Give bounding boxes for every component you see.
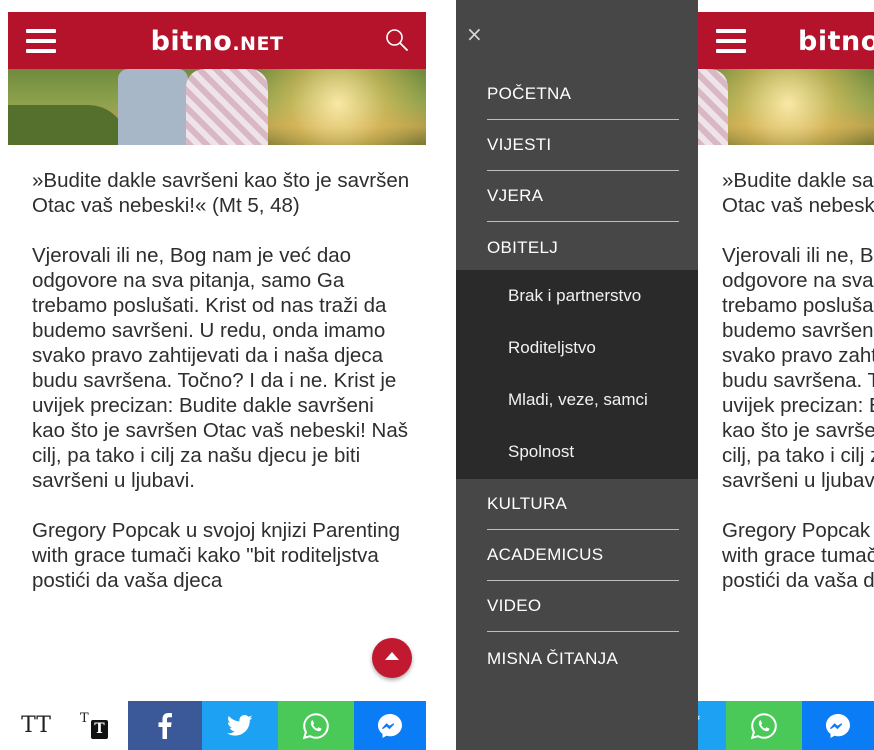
article-paragraph: Vjerovali ili ne, Bog nam je već dao odg… — [722, 244, 874, 492]
messenger-share-button[interactable] — [354, 701, 426, 750]
menu-item-obitelj[interactable]: OBITELJ — [487, 222, 679, 273]
screen-article: bitno.NET »Budite dakle savršeni kao što… — [8, 0, 426, 750]
submenu-item-spolnost[interactable]: Spolnost — [508, 426, 683, 478]
menu-item-vijesti[interactable]: VIJESTI — [487, 120, 679, 171]
close-icon[interactable]: × — [466, 24, 483, 44]
whatsapp-share-button[interactable] — [726, 701, 802, 750]
site-logo[interactable]: bitno.NET — [8, 26, 426, 57]
article-paragraph: Gregory Popcak u svojoj knjizi Parenting… — [32, 519, 401, 592]
app-header: bitno.NET — [8, 12, 426, 69]
facebook-share-button[interactable] — [128, 701, 202, 750]
logo-main: bitno — [798, 26, 874, 57]
messenger-icon — [826, 713, 850, 738]
menu-item-misna-citanja[interactable]: MISNA ČITANJA — [487, 633, 679, 684]
menu-item-vjera[interactable]: VJERA — [487, 171, 679, 222]
article-body: »Budite dakle savršeni kao što je savrše… — [32, 168, 412, 593]
hero-image — [698, 69, 874, 145]
navigation-drawer: × POČETNA VIJESTI VJERA OBITELJ Brak i p… — [456, 0, 698, 750]
whatsapp-icon — [302, 712, 329, 739]
submenu-obitelj: Brak i partnerstvo Roditeljstvo Mladi, v… — [456, 270, 698, 479]
messenger-share-button[interactable] — [802, 701, 874, 750]
menu-item-academicus[interactable]: ACADEMICUS — [487, 530, 679, 581]
menu-item-pocetna[interactable]: POČETNA — [487, 69, 679, 120]
site-logo[interactable]: bitno.NET — [698, 26, 874, 57]
twitter-share-button[interactable] — [202, 701, 278, 750]
menu-item-kultura[interactable]: KULTURA — [487, 479, 679, 530]
article-paragraph: Gregory Popcak u svojoj knjizi Parenting… — [722, 519, 874, 592]
submenu-item-roditeljstvo[interactable]: Roditeljstvo — [508, 322, 683, 374]
article-paragraph: »Budite dakle savršeni kao što je savrše… — [32, 169, 410, 217]
logo-suffix: .NET — [232, 33, 284, 55]
submenu-item-brak[interactable]: Brak i partnerstvo — [508, 270, 683, 322]
twitter-icon — [227, 714, 253, 736]
share-bar: TT TT — [8, 701, 426, 750]
facebook-icon — [158, 712, 172, 739]
text-style-button[interactable]: TT — [64, 701, 128, 750]
search-icon[interactable] — [384, 27, 410, 53]
article-paragraph: Vjerovali ili ne, Bog nam je već dao odg… — [32, 244, 409, 492]
scroll-top-icon[interactable] — [372, 638, 412, 678]
whatsapp-icon — [750, 712, 777, 739]
hero-image — [8, 69, 426, 145]
whatsapp-share-button[interactable] — [278, 701, 354, 750]
article-body: »Budite dakle savršeni kao što je savrše… — [722, 168, 874, 593]
submenu-item-mladi[interactable]: Mladi, veze, samci — [508, 374, 683, 426]
text-size-label: TT — [21, 713, 51, 738]
article-paragraph: »Budite dakle savršeni kao što je savrše… — [722, 169, 874, 217]
text-size-button[interactable]: TT — [8, 701, 64, 750]
text-style-box-t: T — [91, 720, 108, 739]
messenger-icon — [378, 713, 402, 738]
screen-menu-open: bitno.NET »Budite dakle savršeni kao što… — [456, 0, 874, 750]
menu-item-video[interactable]: VIDEO — [487, 581, 679, 632]
logo-main: bitno — [150, 26, 233, 57]
text-style-small-t: T — [80, 711, 89, 726]
